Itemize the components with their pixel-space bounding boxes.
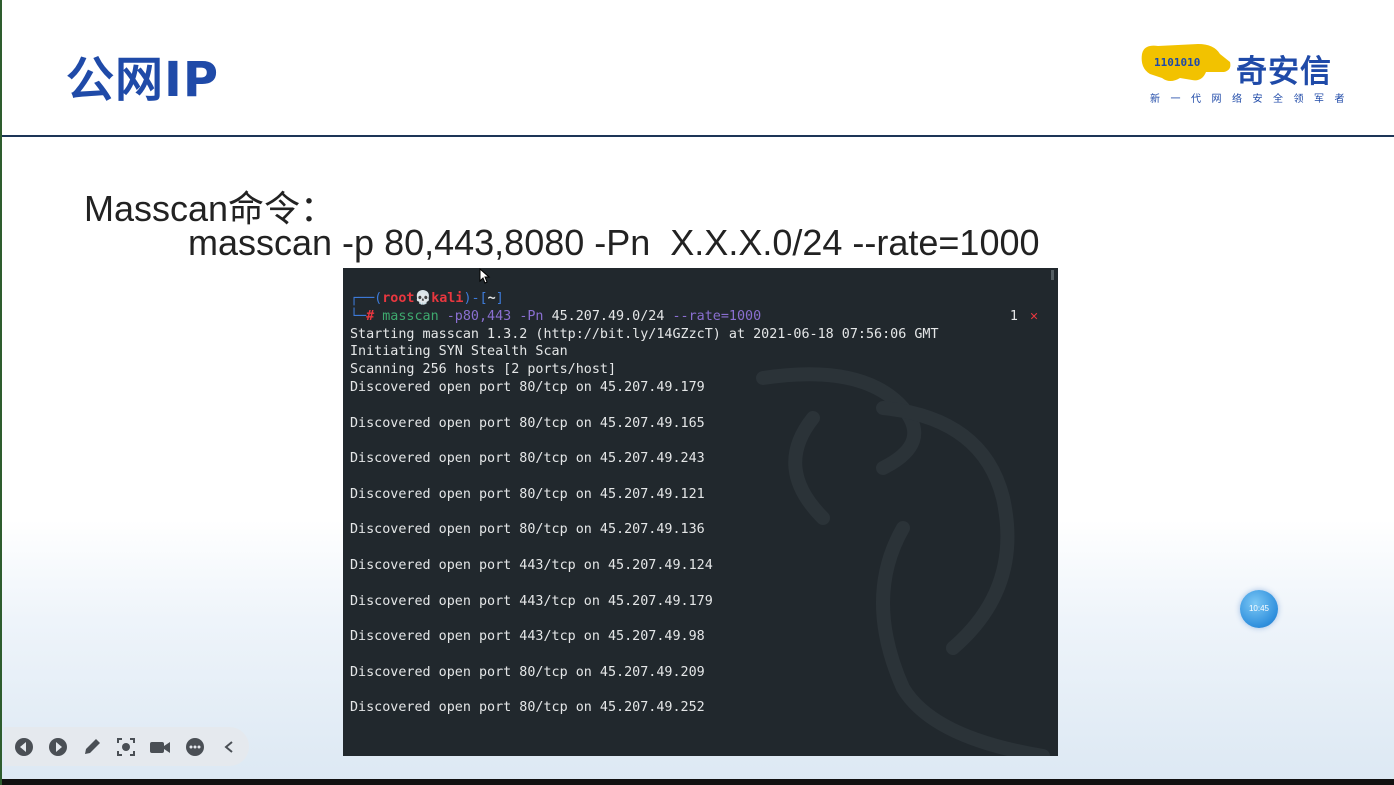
screenshot-button[interactable] bbox=[115, 736, 137, 758]
slide-title: 公网IP bbox=[66, 52, 220, 108]
pen-button[interactable] bbox=[81, 736, 103, 758]
pen-icon bbox=[85, 739, 100, 754]
terminal-scrollbar[interactable] bbox=[1051, 270, 1054, 280]
more-button[interactable] bbox=[184, 736, 206, 758]
collapse-toolbar-button[interactable] bbox=[218, 736, 240, 758]
previous-button[interactable] bbox=[13, 736, 35, 758]
prompt-host: kali bbox=[431, 291, 464, 306]
output-line: Discovered open port 80/tcp on 45.207.49… bbox=[350, 379, 705, 395]
target-argument: 45.207.49.0/24 bbox=[551, 308, 665, 324]
scan-output: Starting masscan 1.3.2 (http://bit.ly/14… bbox=[350, 326, 1038, 718]
output-line: Discovered open port 80/tcp on 45.207.49… bbox=[350, 522, 705, 538]
logo-mark-icon: 1101010 bbox=[1141, 44, 1231, 81]
logo-name: 奇安信 bbox=[1236, 54, 1332, 90]
next-button[interactable] bbox=[47, 736, 69, 758]
prompt-line: ┌──(root💀kali)-[~] bbox=[350, 291, 504, 306]
command-name: masscan bbox=[382, 308, 439, 324]
logo-tagline: 新一代网络安全领军者 bbox=[1150, 94, 1355, 105]
company-logo: 1101010 奇安信 新一代网络安全领军者 bbox=[1140, 40, 1350, 106]
more-icon bbox=[186, 738, 204, 756]
error-x-icon: ✕ bbox=[1029, 308, 1038, 324]
output-line: Discovered open port 443/tcp on 45.207.4… bbox=[350, 629, 705, 645]
camera-button[interactable] bbox=[149, 736, 171, 758]
screenshot-icon bbox=[117, 738, 135, 756]
output-line: Discovered open port 80/tcp on 45.207.49… bbox=[350, 415, 705, 431]
prompt-user: root bbox=[382, 291, 415, 306]
slide-header: 公网IP 1101010 奇安信 新一代网络安全领军者 bbox=[2, 0, 1394, 137]
port-argument: -p80,443 bbox=[446, 308, 512, 324]
bottom-bar bbox=[2, 779, 1394, 785]
output-line: Discovered open port 443/tcp on 45.207.4… bbox=[350, 593, 713, 609]
terminal-output: ┌──(root💀kali)-[~] └─# masscan -p80,443 … bbox=[350, 290, 1038, 717]
output-line: Discovered open port 80/tcp on 45.207.49… bbox=[350, 664, 705, 680]
exit-status: 1 ✕ bbox=[1009, 308, 1038, 324]
skull-icon: 💀 bbox=[414, 291, 432, 306]
command-example: masscan -p 80,443,8080 -Pn X.X.X.0/24 --… bbox=[188, 222, 1040, 263]
output-line: Discovered open port 80/tcp on 45.207.49… bbox=[350, 451, 705, 467]
terminal-screenshot: ┌──(root💀kali)-[~] └─# masscan -p80,443 … bbox=[343, 268, 1058, 756]
command-input-line: └─# masscan -p80,443 -Pn 45.207.49.0/24 … bbox=[350, 308, 1038, 324]
output-line: Discovered open port 80/tcp on 45.207.49… bbox=[350, 700, 705, 716]
presentation-toolbar bbox=[4, 727, 249, 766]
output-line: Scanning 256 hosts [2 ports/host] bbox=[350, 362, 617, 378]
next-icon bbox=[49, 738, 67, 756]
presentation-slide: 公网IP 1101010 奇安信 新一代网络安全领军者 Masscan命令： m… bbox=[0, 0, 1394, 785]
floating-clock-button[interactable]: 10:45 bbox=[1240, 590, 1278, 628]
output-line: Discovered open port 443/tcp on 45.207.4… bbox=[350, 557, 713, 573]
output-line: Initiating SYN Stealth Scan bbox=[350, 344, 568, 360]
output-line: Discovered open port 80/tcp on 45.207.49… bbox=[350, 486, 705, 502]
pn-argument: -Pn bbox=[519, 308, 544, 324]
collapse-icon bbox=[224, 741, 233, 753]
camera-icon bbox=[150, 742, 170, 753]
mouse-cursor-icon bbox=[479, 268, 491, 284]
previous-icon bbox=[15, 738, 33, 756]
rate-argument: --rate=1000 bbox=[672, 308, 762, 324]
output-line: Starting masscan 1.3.2 (http://bit.ly/14… bbox=[350, 326, 939, 342]
logo-digits: 1101010 bbox=[1154, 56, 1200, 69]
prompt-dir: ~ bbox=[487, 291, 496, 306]
